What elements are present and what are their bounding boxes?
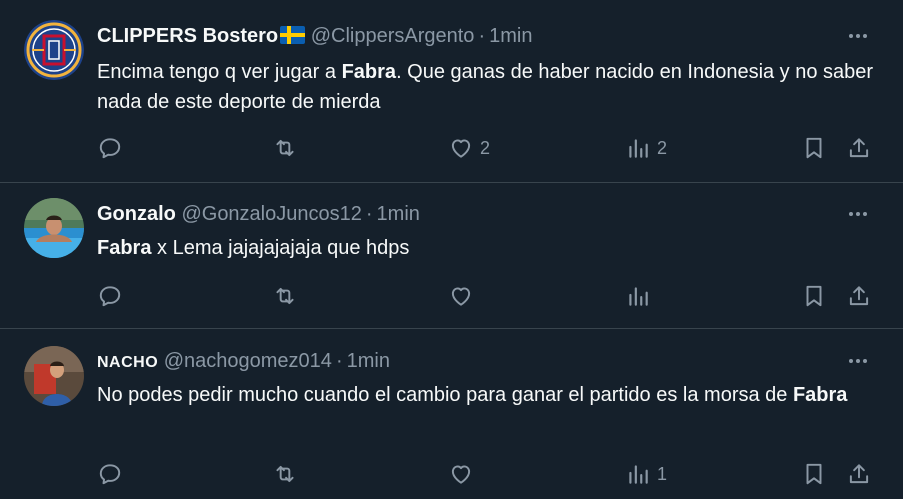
- tweet-text: No podes pedir mucho cuando el cambio pa…: [97, 380, 877, 410]
- views-icon: [629, 139, 648, 158]
- more-icon[interactable]: [846, 24, 870, 48]
- bookmark-button[interactable]: [801, 131, 827, 165]
- clippers-logo-icon: [24, 20, 84, 80]
- retweet-icon: [276, 139, 294, 157]
- avatar[interactable]: [24, 20, 84, 80]
- tweet-header: NACHO @nachogomez014 · 1min: [97, 347, 390, 377]
- views-icon: [629, 287, 648, 306]
- reply-button[interactable]: [97, 279, 129, 313]
- tweet-header: Gonzalo @GonzaloJuncos12 · 1min: [97, 200, 420, 228]
- tweet[interactable]: CLIPPERS Bostero @ClippersArgento · 1min E…: [0, 0, 903, 183]
- view-count: 1: [657, 463, 668, 484]
- bookmark-icon: [806, 285, 822, 307]
- bookmark-icon: [806, 137, 822, 159]
- display-name[interactable]: CLIPPERS Bostero: [97, 25, 278, 47]
- reply-icon: [99, 464, 121, 485]
- user-handle[interactable]: @GonzaloJuncos12: [181, 203, 361, 225]
- share-icon: [849, 138, 869, 158]
- retweet-button[interactable]: [272, 457, 304, 491]
- views-button[interactable]: [625, 279, 657, 313]
- reply-icon: [99, 286, 121, 307]
- views-button[interactable]: 1: [625, 457, 667, 491]
- display-name[interactable]: NACHO: [97, 354, 158, 371]
- share-button[interactable]: [846, 131, 872, 165]
- timestamp[interactable]: 1min: [347, 350, 390, 372]
- views-button[interactable]: 2: [625, 131, 667, 165]
- user-photo-icon: [24, 198, 84, 258]
- views-icon: [629, 465, 648, 484]
- action-bar: 1: [97, 457, 887, 491]
- text-segment: No podes pedir mucho cuando el cambio pa…: [97, 384, 793, 406]
- avatar[interactable]: [24, 198, 84, 258]
- like-icon: [451, 287, 471, 306]
- retweet-icon: [276, 287, 294, 305]
- share-button[interactable]: [846, 279, 872, 313]
- user-handle[interactable]: @nachogomez014: [164, 350, 332, 372]
- tweet-text: Encima tengo q ver jugar a Fabra. Que ga…: [97, 57, 877, 117]
- highlighted-term: Fabra: [97, 237, 152, 259]
- share-icon: [849, 464, 869, 484]
- separator: ·: [365, 203, 373, 225]
- bookmark-button[interactable]: [801, 457, 827, 491]
- text-segment: x Lema jajajajajaja que hdps: [151, 237, 410, 259]
- timestamp[interactable]: 1min: [489, 25, 532, 47]
- retweet-icon: [276, 465, 294, 483]
- retweet-button[interactable]: [272, 279, 304, 313]
- action-bar: [97, 279, 887, 313]
- avatar[interactable]: [24, 346, 84, 406]
- sweden-flag-icon: [280, 26, 306, 44]
- highlighted-term: Fabra: [341, 61, 397, 83]
- view-count: 2: [657, 137, 668, 158]
- retweet-button[interactable]: [272, 131, 304, 165]
- like-button[interactable]: [448, 279, 480, 313]
- like-button[interactable]: 2: [448, 131, 490, 165]
- tweet-text: Fabra x Lema jajajajajaja que hdps: [97, 233, 877, 263]
- display-name[interactable]: Gonzalo: [97, 203, 176, 225]
- like-icon: [451, 465, 471, 484]
- bookmark-button[interactable]: [801, 279, 827, 313]
- bookmark-icon: [806, 463, 822, 485]
- separator: ·: [478, 25, 486, 47]
- like-button[interactable]: [448, 457, 480, 491]
- like-icon: [451, 139, 471, 158]
- tweet[interactable]: NACHO @nachogomez014 · 1min No podes pedir…: [0, 329, 903, 499]
- more-icon[interactable]: [846, 349, 870, 373]
- user-handle[interactable]: @ClippersArgento: [311, 25, 475, 47]
- text-segment: Encima tengo q ver jugar a: [97, 61, 342, 83]
- more-icon[interactable]: [846, 202, 870, 226]
- reply-button[interactable]: [97, 131, 129, 165]
- share-button[interactable]: [846, 457, 872, 491]
- highlighted-term: Fabra: [792, 384, 848, 406]
- timestamp[interactable]: 1min: [377, 203, 420, 225]
- separator: ·: [335, 350, 343, 372]
- tweet[interactable]: Gonzalo @GonzaloJuncos12 · 1min Fabra x Le…: [0, 183, 903, 329]
- tweet-header: CLIPPERS Bostero @ClippersArgento · 1min: [97, 22, 532, 50]
- reply-icon: [99, 138, 121, 159]
- user-photo-icon: [24, 346, 84, 406]
- timeline-feed: CLIPPERS Bostero @ClippersArgento · 1min E…: [0, 0, 903, 499]
- share-icon: [849, 286, 869, 306]
- reply-button[interactable]: [97, 457, 129, 491]
- like-count: 2: [480, 137, 491, 158]
- action-bar: 2 2: [97, 131, 887, 165]
